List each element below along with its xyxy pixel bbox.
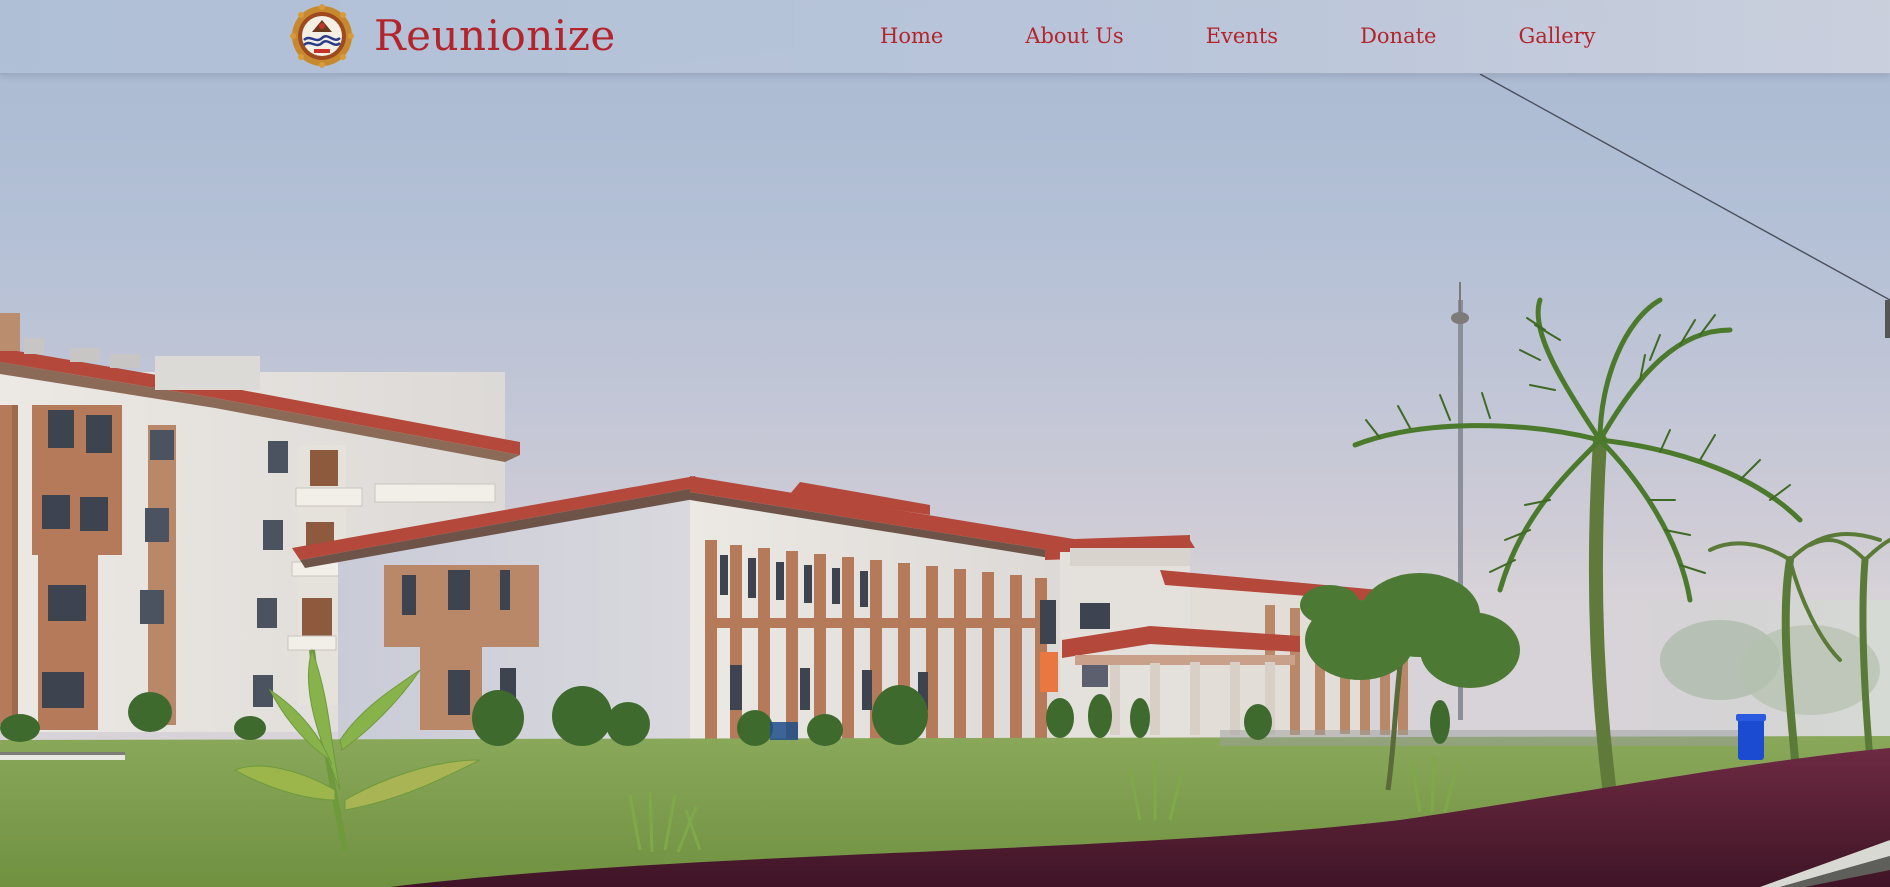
hero-background-image — [0, 0, 1890, 887]
trash-bin — [1738, 718, 1764, 760]
brand-name: Reunionize — [374, 11, 616, 60]
pole-right-edge — [1885, 300, 1890, 338]
nav-link-donate[interactable]: Donate — [1360, 24, 1436, 48]
nav-link-about-us[interactable]: About Us — [1025, 24, 1123, 48]
top-navigation-bar: Reunionize Home About Us Events Donate G… — [0, 0, 1890, 74]
main-nav: Home About Us Events Donate Gallery — [880, 0, 1596, 72]
nav-link-gallery[interactable]: Gallery — [1518, 24, 1595, 48]
nav-link-events[interactable]: Events — [1206, 24, 1278, 48]
campus-scene — [0, 73, 1890, 887]
college-emblem-icon — [290, 4, 354, 68]
brand-home-link[interactable]: Reunionize — [290, 4, 616, 68]
overhead-wire — [1479, 73, 1890, 301]
nav-link-home[interactable]: Home — [880, 24, 943, 48]
